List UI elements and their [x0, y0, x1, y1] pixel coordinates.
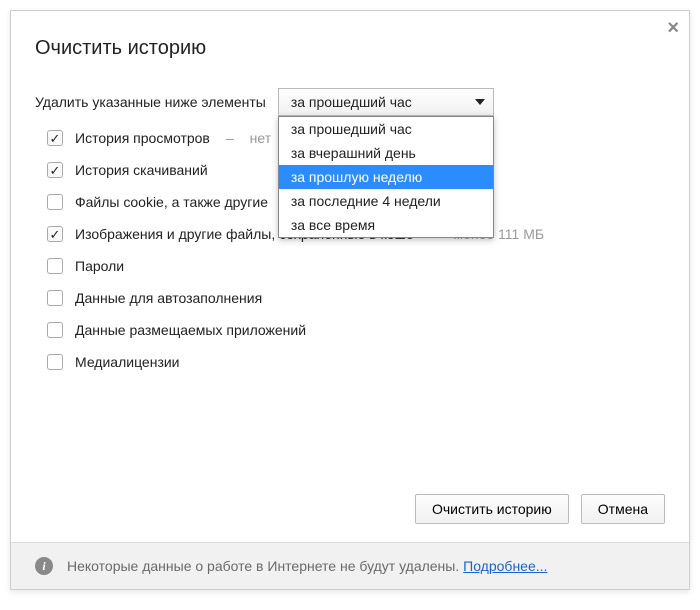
clear-history-dialog: × Очистить историю Удалить указанные ниж…	[10, 10, 690, 590]
checklist-row: Данные для автозаполнения	[47, 290, 665, 306]
notice-message: Некоторые данные о работе в Интернете не…	[67, 558, 459, 574]
checklist-label: Файлы cookie, а также другие	[75, 194, 268, 210]
checklist-row: Данные размещаемых приложений	[47, 322, 665, 338]
period-dropdown[interactable]: за прошедший часза вчерашний деньза прош…	[278, 116, 494, 238]
checklist-row: Пароли	[47, 258, 665, 274]
checklist-row: Медиалицензии	[47, 354, 665, 370]
period-option[interactable]: за прошедший час	[279, 117, 493, 141]
checkbox[interactable]	[47, 226, 63, 242]
period-option[interactable]: за вчерашний день	[279, 141, 493, 165]
checklist-label: История просмотров	[75, 130, 210, 146]
period-select-value: за прошедший час	[291, 94, 412, 110]
notice-bar: Некоторые данные о работе в Интернете не…	[11, 542, 689, 589]
checklist-label: Пароли	[75, 258, 124, 274]
checklist-label: Данные для автозаполнения	[75, 290, 262, 306]
checklist-label: История скачиваний	[75, 162, 208, 178]
period-select-wrap: за прошедший час за прошедший часза вчер…	[278, 88, 494, 116]
checkbox[interactable]	[47, 162, 63, 178]
clear-button[interactable]: Очистить историю	[415, 494, 569, 524]
checklist-label: Медиалицензии	[75, 354, 180, 370]
dialog-footer: Очистить историю Отмена	[11, 476, 689, 542]
checkbox[interactable]	[47, 258, 63, 274]
learn-more-link[interactable]: Подробнее...	[463, 558, 547, 574]
checkbox[interactable]	[47, 194, 63, 210]
notice-text: Некоторые данные о работе в Интернете не…	[67, 558, 547, 574]
checkbox[interactable]	[47, 322, 63, 338]
checklist-hint: нет	[250, 130, 271, 146]
cancel-button[interactable]: Отмена	[581, 494, 665, 524]
period-select[interactable]: за прошедший час	[278, 88, 494, 116]
checkbox[interactable]	[47, 130, 63, 146]
dialog-content: Очистить историю Удалить указанные ниже …	[11, 11, 689, 476]
close-icon[interactable]: ×	[667, 17, 679, 40]
period-label: Удалить указанные ниже элементы	[35, 94, 266, 110]
dialog-title: Очистить историю	[35, 37, 665, 60]
period-option[interactable]: за все время	[279, 213, 493, 237]
checklist-label: Данные размещаемых приложений	[75, 322, 306, 338]
period-option[interactable]: за последние 4 недели	[279, 189, 493, 213]
period-option[interactable]: за прошлую неделю	[279, 165, 493, 189]
checkbox[interactable]	[47, 354, 63, 370]
checkbox[interactable]	[47, 290, 63, 306]
period-row: Удалить указанные ниже элементы за проше…	[35, 88, 665, 116]
hint-separator: –	[226, 130, 234, 146]
info-icon	[35, 557, 53, 575]
